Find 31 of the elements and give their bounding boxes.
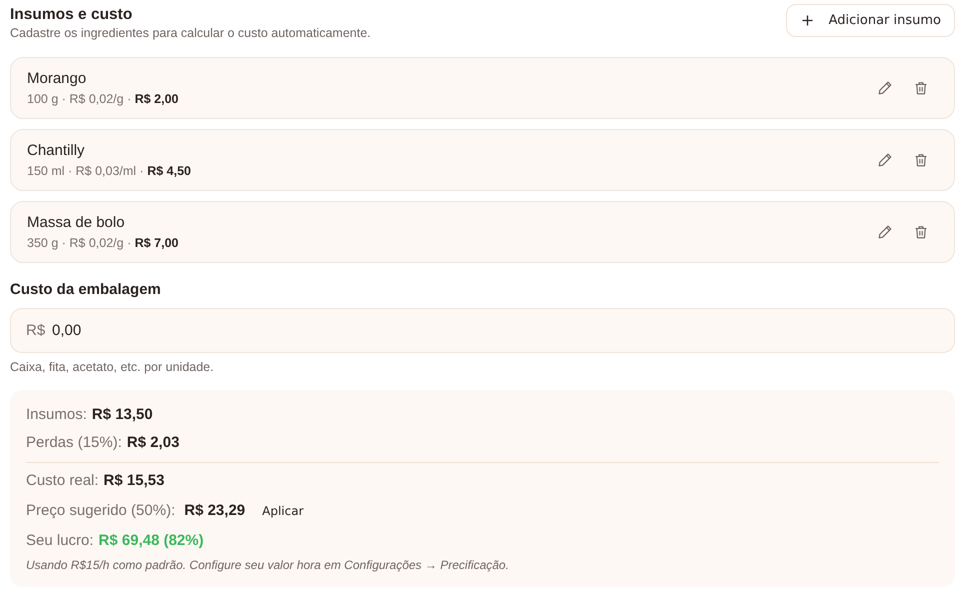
summary-label: Preço sugerido (50%): xyxy=(26,501,176,521)
profit-value: R$ 69,48 (82%) xyxy=(98,531,204,551)
summary-value: R$ 15,53 xyxy=(104,471,164,491)
section-subtitle: Cadastre os ingredientes para calcular o custo automaticamente. xyxy=(10,25,371,41)
packaging-cost-label: Custo da embalagem xyxy=(10,281,162,299)
pencil-icon xyxy=(878,225,892,239)
ingredient-details: 350 g · R$ 0,02/g · R$ 7,00 xyxy=(27,234,178,250)
trash-icon xyxy=(914,153,928,167)
currency-prefix: R$ xyxy=(26,322,46,340)
trash-icon xyxy=(914,81,928,95)
suggested-price-value: R$ 23,29 xyxy=(184,501,246,521)
apply-button[interactable]: Aplicar xyxy=(258,502,308,520)
ingredient-name: Chantilly xyxy=(27,142,86,160)
pencil-icon xyxy=(878,81,892,95)
ingredient-name: Morango xyxy=(27,70,88,88)
packaging-cost-hint: Caixa, fita, acetato, etc. por unidade. xyxy=(10,359,215,375)
trash-icon xyxy=(914,225,928,239)
pencil-icon xyxy=(878,153,892,167)
ingredient-name: Massa de bolo xyxy=(27,214,126,232)
section-title: Insumos e custo xyxy=(10,6,134,24)
summary-label: Seu lucro: xyxy=(26,531,94,551)
ingredient-details: 100 g · R$ 0,02/g · R$ 2,00 xyxy=(27,90,178,106)
summary-value: R$ 13,50 xyxy=(92,405,153,425)
plus-icon xyxy=(802,15,813,26)
summary-label: Custo real: xyxy=(26,471,99,491)
ingredient-details: 150 ml · R$ 0,03/ml · R$ 4,50 xyxy=(27,162,191,178)
add-ingredient-button[interactable]: Adicionar insumo xyxy=(786,4,955,37)
pricing-note: Usando R$15/h como padrão. Configure seu valor hora em Configurações → Precificação. xyxy=(26,557,510,573)
summary-value: R$ 2,03 xyxy=(126,433,180,453)
summary-label: Insumos: xyxy=(26,405,87,425)
summary-label: Perdas (15%): xyxy=(26,433,122,453)
